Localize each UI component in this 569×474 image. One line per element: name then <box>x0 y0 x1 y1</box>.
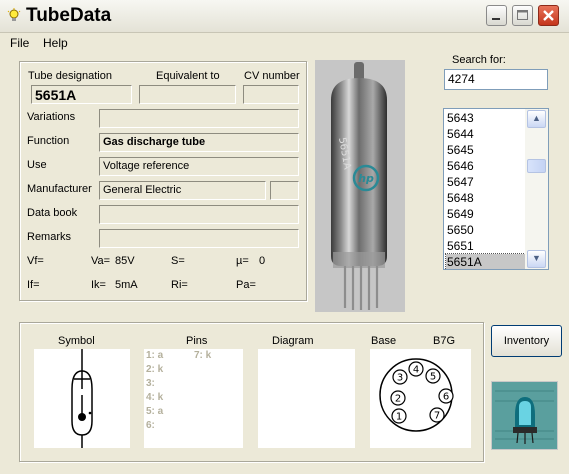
pin-entry: 5: a <box>146 406 164 417</box>
equivalent-field[interactable] <box>139 85 236 104</box>
base-pin-number: 7 <box>434 411 440 422</box>
search-label: Search for: <box>452 54 506 66</box>
minimize-icon <box>492 18 500 20</box>
scroll-up-button[interactable]: ▲ <box>527 110 546 128</box>
diagram-panel <box>258 349 355 448</box>
list-item[interactable]: 5651 <box>446 238 529 254</box>
list-item[interactable]: 5648 <box>446 190 529 206</box>
variations-field[interactable] <box>99 109 299 128</box>
tube-photo: hp 5651A <box>315 60 405 312</box>
list-item[interactable]: 5650 <box>446 222 529 238</box>
manufacturer-label: Manufacturer <box>27 183 92 195</box>
ri-label: Ri= <box>171 279 188 291</box>
list-item[interactable]: 5649 <box>446 206 529 222</box>
window-title: TubeData <box>26 5 112 26</box>
function-label: Function <box>27 135 70 147</box>
minimize-button[interactable] <box>486 5 507 26</box>
if-label: If= <box>27 279 40 291</box>
vf-label: Vf= <box>27 255 44 267</box>
chevron-up-icon: ▲ <box>532 113 541 123</box>
pins-label: Pins <box>186 335 208 347</box>
use-label: Use <box>27 159 47 171</box>
designation-label: Tube designation <box>28 70 112 82</box>
cv-number-field[interactable] <box>243 85 299 104</box>
remarks-label: Remarks <box>27 231 72 243</box>
inventory-button[interactable]: Inventory <box>491 325 562 357</box>
list-item[interactable]: 5645 <box>446 142 529 158</box>
variations-label: Variations <box>27 111 76 123</box>
base-type: B7G <box>433 335 456 347</box>
menu-file[interactable]: File <box>10 36 29 50</box>
va-value: 85V <box>115 255 135 267</box>
function-field[interactable]: Gas discharge tube <box>99 133 299 152</box>
databook-label: Data book <box>27 207 78 219</box>
list-item[interactable]: 5651A <box>445 253 530 269</box>
remarks-field[interactable] <box>99 229 299 248</box>
pin-entry: 3: <box>146 378 155 389</box>
list-scrollbar[interactable]: ▲ ▼ <box>525 109 548 269</box>
cv-number-label: CV number <box>244 70 300 82</box>
close-icon <box>543 10 554 21</box>
menu-bar <box>0 33 569 53</box>
va-label: Va= <box>91 255 111 267</box>
list-item[interactable]: 5646 <box>446 158 529 174</box>
symbol-panel <box>34 349 130 448</box>
base-pin-number: 1 <box>396 412 402 423</box>
pins-panel: 1: a 2: k 3: 4: k 5: a 6: 7: k <box>144 349 243 448</box>
maximize-button[interactable] <box>512 5 533 26</box>
scroll-thumb[interactable] <box>527 159 546 173</box>
base-pin-number: 4 <box>413 365 419 376</box>
base-panel: 1 2 34567 <box>370 349 471 448</box>
list-item[interactable]: 5647 <box>446 174 529 190</box>
search-input[interactable]: 4274 <box>444 69 548 90</box>
pin-entry: 7: k <box>194 350 212 361</box>
base-pin-number: 2 <box>395 394 401 405</box>
menu-help[interactable]: Help <box>43 36 68 50</box>
base-label: Base <box>371 335 397 347</box>
databook-field[interactable] <box>99 205 299 224</box>
s-label: S= <box>171 255 185 267</box>
mu-label: µ= <box>236 255 249 267</box>
pin-entry: 4: k <box>146 392 164 403</box>
symbol-label: Symbol <box>58 335 95 347</box>
maximize-icon <box>517 10 528 20</box>
base-pin-number: 6 <box>443 392 449 403</box>
base-pin-number: 5 <box>430 372 436 383</box>
base-pin-number: 3 <box>397 373 403 384</box>
scroll-down-button[interactable]: ▼ <box>527 250 546 268</box>
designation-field[interactable]: 5651A <box>31 85 132 104</box>
mu-value: 0 <box>259 255 266 267</box>
ik-value: 5mA <box>115 279 138 291</box>
pin-entry: 6: <box>146 420 155 431</box>
equivalent-label: Equivalent to <box>156 70 220 82</box>
lightbulb-icon[interactable] <box>6 8 22 24</box>
tubedata-logo <box>491 381 558 450</box>
close-button[interactable] <box>538 5 559 26</box>
chevron-down-icon: ▼ <box>532 253 541 263</box>
manufacturer-extra-field[interactable] <box>270 181 299 200</box>
pin-entry: 1: a <box>146 350 164 361</box>
gas-tube-symbol <box>71 349 93 448</box>
list-item[interactable]: 5644 <box>446 126 529 142</box>
pin-entry: 2: k <box>146 364 164 375</box>
manufacturer-field[interactable]: General Electric <box>99 181 266 200</box>
hp-logo: hp <box>358 172 374 185</box>
diagram-label: Diagram <box>272 335 314 347</box>
list-item[interactable]: 5643 <box>446 110 529 126</box>
ik-label: Ik= <box>91 279 106 291</box>
pa-label: Pa= <box>236 279 256 291</box>
base-pinout-diagram: 1 2 34567 <box>379 358 454 432</box>
use-field[interactable]: Voltage reference <box>99 157 299 176</box>
